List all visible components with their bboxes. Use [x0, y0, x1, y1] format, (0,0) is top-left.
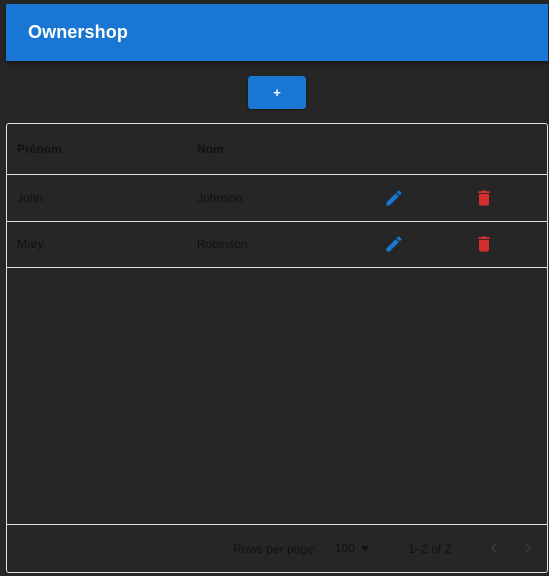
edit-button[interactable] — [384, 175, 404, 221]
column-header-first-name[interactable]: Prénom — [17, 124, 62, 174]
pagination-bar: Rows per page: 100 1–2 of 2 — [7, 524, 547, 572]
next-page-button[interactable] — [518, 538, 538, 558]
edit-button[interactable] — [384, 221, 404, 267]
table-header-row: Prénom Nom — [7, 124, 547, 175]
delete-button[interactable] — [474, 221, 494, 267]
app-title: Ownershop — [28, 22, 128, 42]
column-header-last-name[interactable]: Nom — [197, 124, 224, 174]
first-name-cell: Mary — [17, 237, 44, 251]
table-row[interactable]: Mary Robinson — [7, 221, 547, 268]
pagination-range: 1–2 of 2 — [408, 542, 452, 556]
dropdown-caret-icon — [361, 546, 370, 551]
data-table: Prénom Nom John Johnson Mary Robinson Ro… — [6, 123, 548, 573]
previous-page-button[interactable] — [484, 538, 504, 558]
chevron-left-icon — [490, 543, 497, 553]
delete-icon — [478, 236, 490, 252]
table-row[interactable]: John Johnson — [7, 175, 547, 222]
edit-icon — [386, 236, 402, 252]
last-name-cell: Johnson — [197, 191, 243, 205]
chevron-right-icon — [525, 543, 532, 553]
app-bar: Ownershop — [6, 4, 548, 61]
last-name-cell: Robinson — [197, 237, 248, 251]
rows-per-page-select[interactable]: 100 — [335, 541, 370, 555]
delete-button[interactable] — [474, 175, 494, 221]
rows-per-page-value: 100 — [335, 541, 356, 555]
first-name-cell: John — [17, 191, 44, 205]
add-button[interactable]: + — [248, 76, 306, 109]
rows-per-page-label: Rows per page: — [233, 542, 318, 556]
edit-icon — [386, 190, 402, 206]
delete-icon — [478, 190, 490, 206]
